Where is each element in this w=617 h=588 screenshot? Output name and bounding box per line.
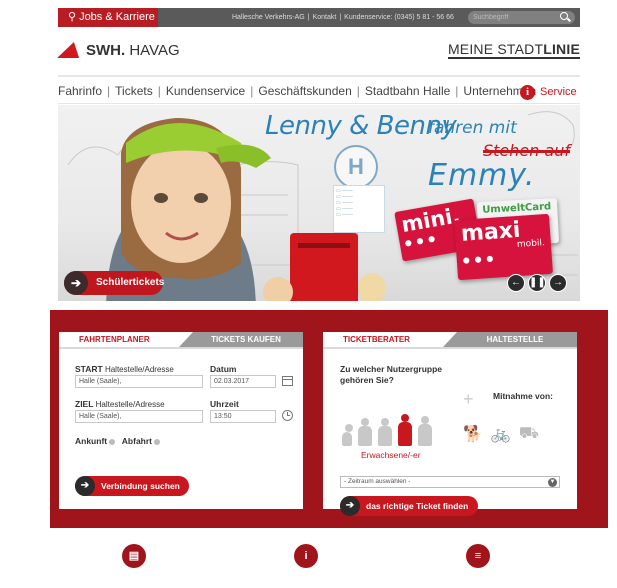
search-input[interactable] (473, 11, 553, 24)
nav-item-tickets[interactable]: Tickets (115, 84, 153, 98)
top-bar: ⚲ Jobs & Karriere Hallesche Verkehrs-AG | K… (58, 8, 580, 27)
kid-illustration (358, 273, 386, 301)
mitnahme-options: 🐕 🚲 ⛟ (463, 424, 539, 444)
tab-haltestelle[interactable]: HALTESTELLE (443, 332, 577, 347)
service-label: Service (540, 86, 577, 98)
news-icon[interactable]: ▤ (122, 544, 146, 568)
nav-item-stadtbahn[interactable]: Stadtbahn Halle (365, 84, 450, 98)
service-link[interactable]: i Service (520, 83, 577, 101)
prev-arrow-icon[interactable]: ← (507, 274, 525, 292)
calendar-icon[interactable] (282, 376, 293, 386)
arrow-right-icon: ➔ (75, 476, 95, 496)
verbindung-suchen-label: Verbindung suchen (101, 481, 180, 491)
timetable-board: ▭ ─── ▭ ─── ▭ ─── ▭ ─── ▭ ─── (333, 185, 385, 233)
tab-underline (59, 347, 303, 349)
kontakt-link[interactable]: Kontakt (313, 14, 337, 21)
top-links: Hallesche Verkehrs-AG | Kontakt | Kundenserv… (232, 8, 454, 27)
abfahrt-label: Abfahrt (121, 436, 153, 446)
bicycle-icon[interactable]: 🚲 (491, 424, 511, 444)
nutzergruppe-question: Zu welcher Nutzergruppe gehören Sie? (340, 364, 443, 385)
ankunft-abfahrt-row: Ankunft Abfahrt (75, 436, 161, 446)
meine-stadtlinie-logo[interactable]: MEINE STADTLINIE (447, 42, 580, 59)
chevron-down-icon: ▼ (548, 478, 557, 487)
widget-panel: FAHRTENPLANER TICKETS KAUFEN START Halte… (50, 310, 608, 528)
ticketberater-tabs: TICKETBERATER HALTESTELLE (323, 332, 577, 347)
datum-label: Datum (210, 364, 237, 374)
student-icon[interactable] (358, 418, 372, 446)
brand-text: SWH. HAVAG (86, 41, 180, 59)
fahrtenplaner-tabs: FAHRTENPLANER TICKETS KAUFEN (59, 332, 303, 347)
start-input[interactable]: Halle (Saale), (75, 375, 203, 388)
mitnahme-label: Mitnahme von: (493, 391, 553, 401)
stop-letter: H (334, 145, 378, 189)
schuelertickets-button[interactable]: ➔ Schülertickets (64, 271, 165, 295)
kundenservice-text: Kundenservice: (0345) 5 81 - 56 66 (344, 14, 454, 21)
tab-tickets-kaufen[interactable]: TICKETS KAUFEN (179, 332, 303, 347)
nav-separator: | (250, 84, 254, 98)
ankunft-radio[interactable] (109, 438, 116, 445)
senior-icon[interactable] (418, 416, 432, 446)
child-icon[interactable] (342, 424, 353, 446)
user-group-selector (342, 414, 432, 446)
ticket-finden-label: das richtige Ticket finden (366, 501, 469, 511)
tab-fahrtenplaner[interactable]: FAHRTENPLANER (59, 332, 193, 347)
logo-triangle-icon (57, 42, 85, 58)
search-box (468, 11, 575, 24)
kid-illustration (263, 277, 293, 301)
start-label: START Haltestelle/Adresse (75, 364, 174, 374)
search-icon[interactable] (560, 12, 568, 20)
company-link[interactable]: Hallesche Verkehrs-AG (232, 14, 305, 21)
divider (58, 75, 580, 77)
uhrzeit-input[interactable]: 13:50 (210, 410, 276, 423)
person-add-icon: ⚲ (68, 11, 77, 23)
red-box-illustration (290, 233, 358, 301)
nav-item-fahrinfo[interactable]: Fahrinfo (58, 84, 102, 98)
info-icon: i (520, 84, 535, 100)
dog-icon[interactable]: 🐕 (463, 424, 483, 444)
nav-item-kundenservice[interactable]: Kundenservice (166, 84, 245, 98)
schuelertickets-label: Schülertickets (96, 277, 165, 288)
nav-separator: | (107, 84, 111, 98)
divider (58, 103, 580, 104)
jobs-link[interactable]: ⚲ Jobs & Karriere (58, 8, 158, 27)
separator: | (307, 14, 310, 21)
adult-icon[interactable] (398, 414, 412, 446)
plus-icon: + (463, 389, 474, 409)
info-circle-icon[interactable]: i (294, 544, 318, 568)
pause-icon[interactable]: ❚❚ (528, 274, 546, 292)
fahrtenplaner-box: FAHRTENPLANER TICKETS KAUFEN START Halte… (59, 332, 303, 509)
selected-group-label: Erwachsene/-er (361, 450, 421, 460)
tab-ticketberater[interactable]: TICKETBERATER (323, 332, 457, 347)
verbindung-suchen-button[interactable]: ➔ Verbindung suchen (75, 476, 189, 496)
arrow-right-icon: ➔ (340, 496, 360, 516)
datum-input[interactable]: 02.03.2017 (210, 375, 276, 388)
clock-icon[interactable] (282, 410, 293, 421)
trainee-icon[interactable] (378, 418, 392, 446)
swh-havag-logo[interactable]: SWH. HAVAG (57, 40, 180, 60)
main-nav: Fahrinfo | Tickets | Kundenservice | Geschäfts… (58, 84, 536, 100)
nav-separator: | (455, 84, 459, 98)
hero-emmy: Emmy. (428, 158, 536, 193)
abfahrt-radio[interactable] (154, 438, 161, 445)
jobs-label: Jobs & Karriere (79, 11, 155, 23)
nav-item-geschaeftskunden[interactable]: Geschäftskunden (258, 84, 351, 98)
uhrzeit-label: Uhrzeit (210, 399, 239, 409)
tab-underline (323, 347, 577, 349)
maxi-ticket-card: maxi mobil. ● ● ● (454, 213, 553, 281)
hero-headline-b: fahren mit (428, 118, 517, 138)
luggage-cart-icon[interactable]: ⛟ (519, 424, 539, 444)
next-arrow-icon[interactable]: → (549, 274, 567, 292)
arrow-right-icon: ➔ (64, 271, 88, 295)
nav-separator: | (157, 84, 161, 98)
ziel-label: ZIEL Haltestelle/Adresse (75, 399, 165, 409)
slider-controls: ← ❚❚ → (507, 274, 567, 292)
separator: | (339, 14, 342, 21)
ticket-finden-button[interactable]: ➔ das richtige Ticket finden (340, 496, 478, 516)
nav-separator: | (356, 84, 360, 98)
ankunft-label: Ankunft (75, 436, 108, 446)
ziel-input[interactable]: Halle (Saale), (75, 410, 203, 423)
zeitraum-select[interactable]: - Zeitraum auswählen - ▼ (340, 476, 560, 488)
chat-bubble-icon[interactable]: ≡ (466, 544, 490, 568)
ticketberater-box: TICKETBERATER HALTESTELLE Zu welcher Nut… (323, 332, 577, 516)
